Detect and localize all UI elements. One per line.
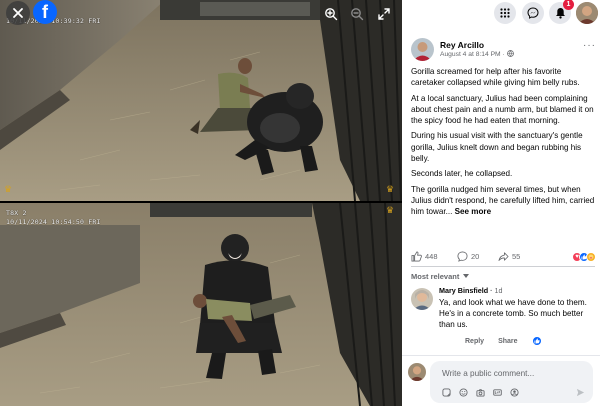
close-viewer-button[interactable] <box>6 1 30 25</box>
post-panel: 1 Rey Arcillo August 4 at 8:14 PM · ··· … <box>402 0 600 406</box>
reply-button[interactable]: Reply <box>465 338 484 345</box>
reactions-bar: 448 20 55 ♥ <box>411 251 596 263</box>
post-header: Rey Arcillo August 4 at 8:14 PM · ··· <box>411 38 596 62</box>
comment-share-button[interactable]: Share <box>498 338 517 345</box>
like-icon <box>531 336 542 346</box>
zoom-in-icon <box>325 8 338 21</box>
comment-actions: Reply Share <box>465 336 542 346</box>
top-bar: 1 <box>402 0 600 28</box>
reaction-summary[interactable]: ♥ <box>572 252 596 262</box>
gorilla-scene-top <box>0 0 402 201</box>
my-avatar-image <box>408 363 426 381</box>
divider <box>411 266 595 267</box>
composer-tools <box>442 388 519 397</box>
comment-count: 20 <box>471 252 480 261</box>
comment-placeholder: Write a public comment... <box>442 369 535 378</box>
send-icon[interactable] <box>576 388 585 397</box>
commenter-avatar-image <box>411 288 433 310</box>
post-paragraph-last: The gorilla nudged him several times, bu… <box>411 184 595 217</box>
commenter-avatar[interactable] <box>411 288 433 310</box>
photo-frame-bottom: T8X 2 10/11/2024 10:54:50 FRI ♛ <box>0 203 402 406</box>
post-paragraph-truncated: The gorilla nudged him several times, bu… <box>411 184 595 218</box>
avatar-sticker-icon[interactable] <box>510 388 519 397</box>
thumbs-up-icon <box>411 251 422 262</box>
like-button[interactable]: 448 <box>411 251 438 262</box>
account-avatar[interactable] <box>576 2 598 24</box>
photo-viewer: 10/11/2024 10:39:32 FRI ♛ ♛ T8X 2 10/11/… <box>0 0 402 406</box>
close-icon <box>13 8 23 18</box>
sticker-icon[interactable] <box>442 388 451 397</box>
zoom-in-button[interactable] <box>322 5 340 23</box>
commenter-line: Mary Binsfield · 1d <box>439 286 503 295</box>
see-more-link[interactable]: See more <box>455 207 491 216</box>
comment-icon <box>457 251 468 262</box>
crown-icon: ♛ <box>386 205 395 215</box>
share-count: 55 <box>512 252 521 261</box>
comment-composer: Write a public comment... <box>402 355 600 406</box>
post-date[interactable]: August 4 at 8:14 PM <box>440 51 501 58</box>
comment-text: Ya, and look what we have done to them. … <box>439 298 587 329</box>
zoom-out-button[interactable] <box>348 5 366 23</box>
menu-button[interactable] <box>494 2 516 24</box>
post-paragraph: At a local sanctuary, Julius had been co… <box>411 93 594 126</box>
crown-icon: ♛ <box>4 184 13 194</box>
care-icon <box>586 252 596 262</box>
comment-sort-label: Most relevant <box>411 272 460 281</box>
globe-icon <box>506 50 514 57</box>
messenger-icon <box>527 7 539 19</box>
facebook-logo-letter: f <box>42 1 48 22</box>
fullscreen-button[interactable] <box>375 5 393 23</box>
fullscreen-icon <box>378 8 390 20</box>
facebook-logo[interactable]: f <box>33 0 57 24</box>
notifications-button[interactable]: 1 <box>549 0 574 24</box>
my-avatar[interactable] <box>408 363 426 381</box>
comment-input[interactable]: Write a public comment... <box>430 361 593 403</box>
more-options-button[interactable]: ··· <box>583 40 596 51</box>
photo-frame-top: 10/11/2024 10:39:32 FRI ♛ ♛ <box>0 0 402 201</box>
crown-icon: ♛ <box>386 184 395 194</box>
account-avatar-image <box>576 2 598 24</box>
share-icon <box>498 252 509 261</box>
post-text: Gorilla screamed for help after his favo… <box>411 66 595 222</box>
comment-time[interactable]: 1d <box>495 286 503 295</box>
camera-label: T8X 2 <box>6 209 27 217</box>
share-button[interactable]: 55 <box>498 251 520 262</box>
chevron-down-icon <box>463 274 470 278</box>
like-count: 448 <box>425 252 438 261</box>
emoji-icon[interactable] <box>459 388 468 397</box>
author-avatar-image <box>411 38 434 61</box>
zoom-out-icon <box>351 8 364 21</box>
author-name[interactable]: Rey Arcillo <box>440 40 484 50</box>
post-meta: August 4 at 8:14 PM · <box>440 50 514 58</box>
grid-menu-icon <box>500 8 510 18</box>
camera-icon[interactable] <box>476 388 485 397</box>
bell-icon <box>555 8 565 19</box>
post-paragraph: Seconds later, he collapsed. <box>411 169 513 179</box>
comment-button[interactable]: 20 <box>457 251 479 262</box>
post-paragraph: During his usual visit with the sanctuar… <box>411 131 583 164</box>
comment-bubble: Mary Binsfield · 1d Ya, and look what we… <box>439 286 589 330</box>
comment-sort-dropdown[interactable]: Most relevant <box>411 272 470 281</box>
messenger-button[interactable] <box>522 2 544 24</box>
author-avatar[interactable] <box>411 38 434 61</box>
gorilla-scene-bottom <box>0 203 402 406</box>
commenter-name[interactable]: Mary Binsfield <box>439 286 488 295</box>
notification-badge: 1 <box>563 0 574 10</box>
post-paragraph: Gorilla screamed for help after his favo… <box>411 67 580 88</box>
camera-timestamp: 10/11/2024 10:54:50 FRI <box>6 218 101 226</box>
post-date-separator: · <box>502 51 505 58</box>
more-icon: ··· <box>583 40 596 51</box>
gif-icon[interactable] <box>493 388 502 397</box>
